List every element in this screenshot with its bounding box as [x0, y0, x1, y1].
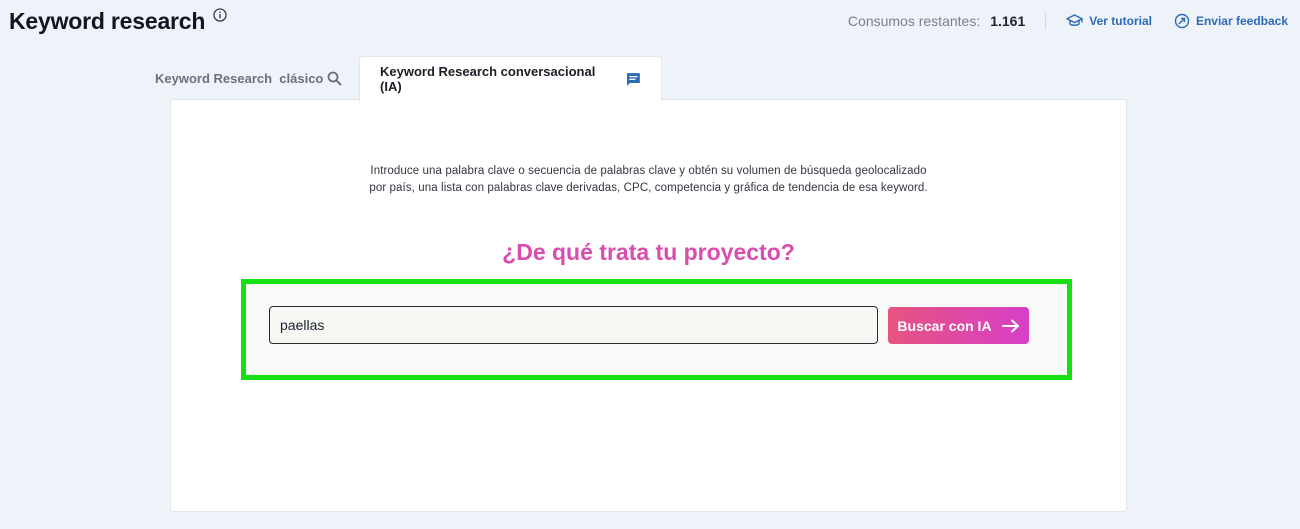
- tab-classic[interactable]: Keyword Research clásico: [140, 56, 359, 100]
- feedback-link-label: Enviar feedback: [1195, 14, 1288, 28]
- project-question: ¿De qué trata tu proyecto?: [502, 239, 795, 265]
- research-tabs: Keyword Research clásico Keyword Researc…: [140, 56, 662, 101]
- tutorial-link[interactable]: Ver tutorial: [1066, 14, 1152, 28]
- search-input[interactable]: [269, 306, 878, 344]
- feedback-link[interactable]: Enviar feedback: [1174, 13, 1288, 29]
- arrow-right-icon: [1001, 319, 1019, 332]
- keyword-research-page: Keyword research Consumos restantes: 1.1…: [0, 0, 1300, 529]
- credits-value: 1.161: [990, 13, 1026, 29]
- feedback-icon: [1174, 13, 1190, 29]
- graduation-cap-icon: [1066, 14, 1083, 26]
- tab-classic-label: Keyword Research clásico: [155, 70, 324, 86]
- tab-conversational[interactable]: Keyword Research conversacional (IA): [359, 56, 662, 101]
- intro-text: Introduce una palabra clave o secuencia …: [171, 163, 1126, 197]
- tab-conversational-label: Keyword Research conversacional (IA): [380, 64, 596, 94]
- intro-line-2: por país, una lista con palabras clave d…: [369, 182, 928, 194]
- search-ai-button-label: Buscar con IA: [897, 317, 992, 334]
- chat-icon: [627, 72, 641, 86]
- tutorial-link-label: Ver tutorial: [1089, 14, 1152, 28]
- intro-line-1: Introduce una palabra clave o secuencia …: [370, 165, 927, 177]
- header-actions: Consumos restantes: 1.161 Ver tutorial E…: [848, 11, 1288, 31]
- info-icon[interactable]: [213, 8, 227, 22]
- search-icon: [327, 71, 342, 85]
- credits-label: Consumos restantes:: [847, 13, 981, 29]
- page-header: Keyword research: [9, 6, 227, 36]
- search-ai-button[interactable]: Buscar con IA: [888, 307, 1029, 344]
- conversational-panel: Introduce una palabra clave o secuencia …: [170, 99, 1127, 512]
- page-title: Keyword research: [9, 8, 206, 34]
- header-divider: [1045, 12, 1047, 30]
